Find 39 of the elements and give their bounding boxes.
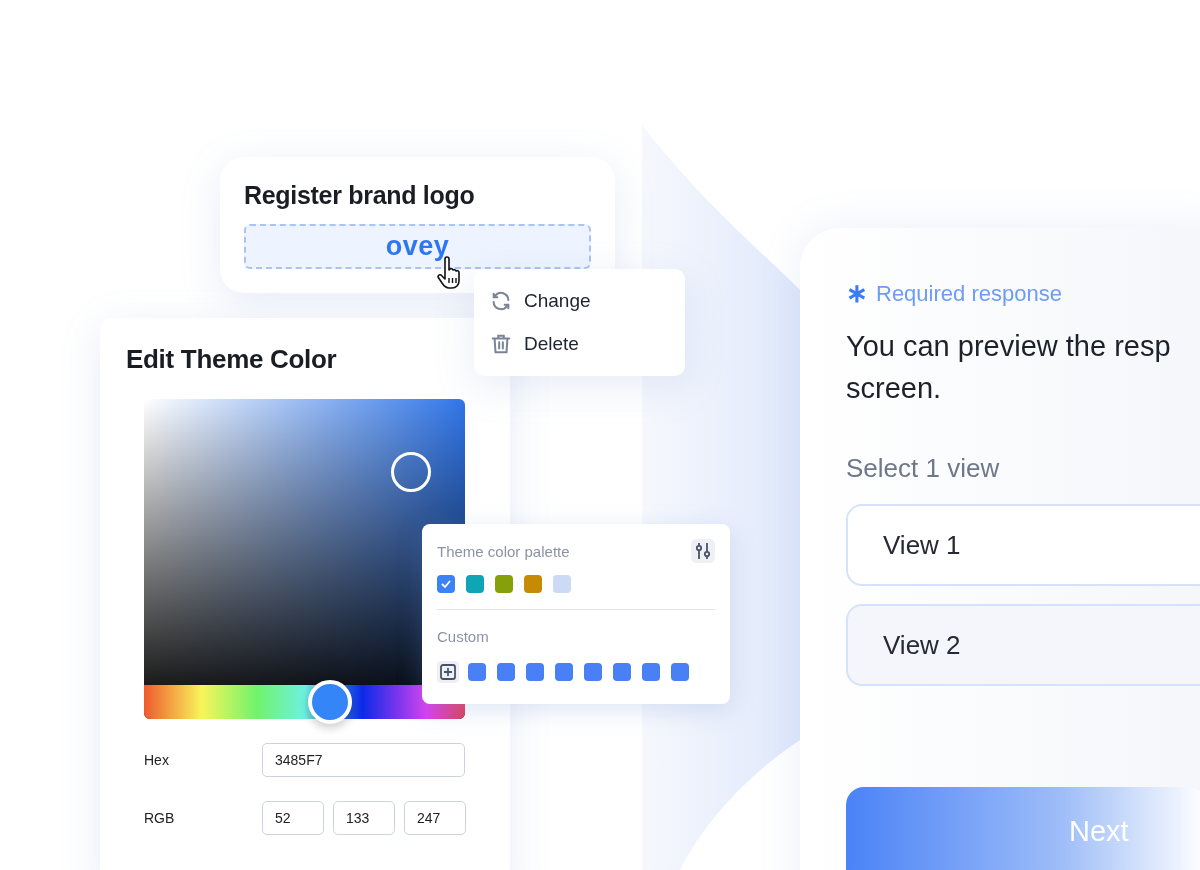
color-swatch[interactable]	[466, 575, 484, 593]
color-swatch[interactable]	[526, 663, 544, 681]
color-swatch[interactable]	[584, 663, 602, 681]
color-swatch[interactable]	[555, 663, 573, 681]
color-swatch[interactable]	[497, 663, 515, 681]
logo-drop-zone[interactable]: ovey	[244, 224, 591, 269]
hex-field[interactable]: 3485F7	[262, 743, 465, 777]
custom-title: Custom	[437, 628, 489, 645]
field-label: RGB	[144, 810, 176, 826]
color-swatch[interactable]	[642, 663, 660, 681]
question-text: screen.	[846, 371, 943, 406]
color-swatch[interactable]	[437, 575, 455, 593]
color-swatch[interactable]	[671, 663, 689, 681]
view-option[interactable]: View 1	[846, 504, 1200, 586]
select-hint: Select 1 view	[846, 453, 1001, 484]
color-swatch[interactable]	[524, 575, 542, 593]
required-label: Required response	[876, 280, 1062, 307]
rgb-field[interactable]: 247	[404, 801, 466, 835]
card-title: Register brand logo	[244, 181, 476, 210]
required-mark: ∗	[846, 278, 868, 309]
field-label: Hex	[144, 752, 170, 768]
palette-title: Theme color palette	[437, 542, 570, 560]
question-text: You can preview the resp	[846, 329, 1172, 364]
color-swatch[interactable]	[495, 575, 513, 593]
card-title: Edit Theme Color	[126, 344, 338, 375]
menu-item[interactable]: Delete	[490, 333, 669, 356]
rgb-field[interactable]: 52	[262, 801, 324, 835]
add-icon[interactable]	[437, 661, 459, 683]
brand-logo: ovey	[385, 231, 450, 262]
color-swatch[interactable]	[613, 663, 631, 681]
trash-icon	[490, 333, 512, 356]
rgb-field[interactable]: 133	[333, 801, 395, 835]
color-swatch[interactable]	[468, 663, 486, 681]
view-option[interactable]: View 2	[846, 604, 1200, 686]
menu-item[interactable]: Change	[490, 289, 669, 312]
color-swatch[interactable]	[553, 575, 571, 593]
refresh-icon	[490, 289, 512, 312]
picker-handle[interactable]	[391, 452, 431, 492]
sliders-icon[interactable]	[691, 539, 715, 563]
